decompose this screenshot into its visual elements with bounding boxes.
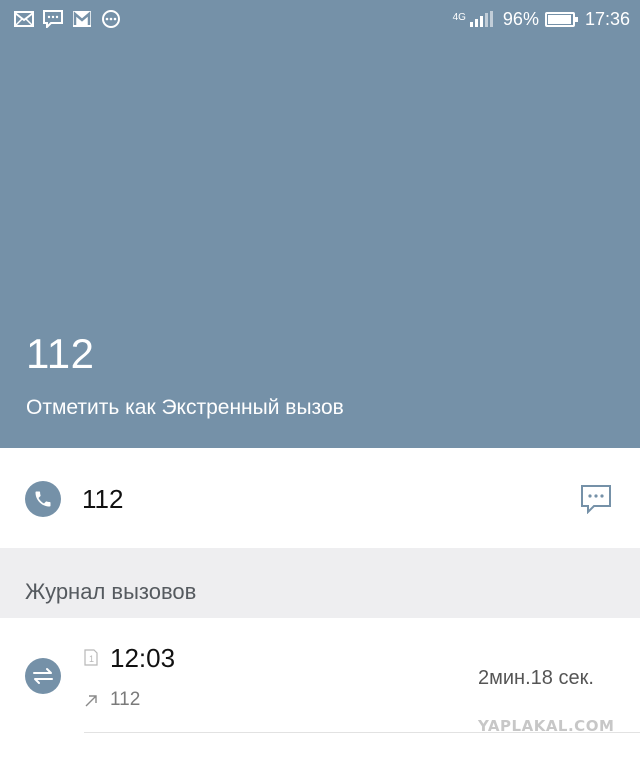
call-number-row[interactable]: 112 bbox=[0, 448, 640, 548]
contact-number: 112 bbox=[26, 330, 95, 377]
mark-as-emergency-link[interactable]: Отметить как Экстренный вызов bbox=[26, 396, 344, 420]
call-log-entry[interactable]: 1 12:03 112 2мин.18 сек. bbox=[0, 618, 640, 757]
watermark: YAPLAKAL.COM bbox=[478, 717, 615, 735]
call-time: 12:03 bbox=[110, 643, 176, 673]
network-type: 4G bbox=[452, 11, 466, 23]
system-status: 4G 96% 17:36 bbox=[453, 9, 630, 30]
call-number: 112 bbox=[82, 484, 124, 514]
call-duration: 2мин.18 сек. bbox=[478, 667, 594, 689]
contact-header: 4G 96% 17:36 112 Отметить как Экстренный… bbox=[0, 0, 640, 448]
more-icon bbox=[102, 10, 120, 28]
call-swap-icon bbox=[25, 658, 61, 694]
phone-icon[interactable] bbox=[25, 481, 61, 517]
call-log-title: Журнал вызовов bbox=[25, 579, 197, 604]
message-icon[interactable] bbox=[580, 484, 612, 514]
chat-icon bbox=[43, 10, 63, 28]
gmail-icon bbox=[73, 11, 91, 27]
mail-icon bbox=[14, 11, 34, 27]
call-entry-number: 112 bbox=[110, 689, 141, 710]
clock: 17:36 bbox=[584, 8, 630, 29]
sim-number: 1 bbox=[89, 654, 94, 664]
signal-strength-icon bbox=[469, 11, 493, 27]
status-bar: 4G 96% 17:36 bbox=[0, 0, 640, 38]
battery-icon bbox=[544, 11, 578, 27]
notification-icons bbox=[14, 10, 121, 28]
call-log-header: Журнал вызовов bbox=[0, 548, 640, 618]
outgoing-arrow-icon bbox=[85, 695, 97, 707]
sim-card-icon: 1 bbox=[84, 649, 98, 666]
battery-percent: 96% bbox=[502, 8, 539, 29]
